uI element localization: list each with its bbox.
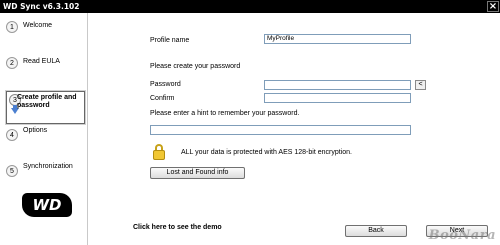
demo-link[interactable]: Click here to see the demo	[133, 224, 222, 231]
step-number: 1	[6, 21, 18, 33]
step-label: Read EULA	[23, 58, 60, 65]
window-title: WD Sync v6.3.102	[3, 2, 80, 11]
step-options: 4 Options	[6, 126, 86, 146]
step-label: Welcome	[23, 22, 53, 29]
password-hint-prompt: Please enter a hint to remember your pas…	[150, 110, 300, 117]
title-bar: WD Sync v6.3.102 ×	[0, 0, 500, 13]
step-number: 5	[6, 165, 18, 177]
lost-and-found-info-button[interactable]: Lost and Found info	[150, 167, 245, 179]
step-number: 2	[6, 57, 18, 69]
profile-name-label: Profile name	[150, 37, 190, 44]
step-read-eula: 2 Read EULA	[6, 54, 86, 74]
step-number: 4	[6, 129, 18, 141]
back-button[interactable]: Back	[345, 225, 407, 237]
step-label: Synchronization	[23, 163, 73, 170]
create-password-prompt: Please create your password	[150, 63, 241, 70]
show-password-button[interactable]: <	[415, 80, 426, 90]
step-welcome: 1 Welcome	[6, 18, 86, 38]
step-create-profile-active: 3 Create profile and password	[6, 91, 85, 124]
profile-form: Profile name MyProfile Please create you…	[89, 13, 500, 245]
encryption-note: ALL your data is protected with AES 128-…	[181, 149, 352, 156]
password-hint-input[interactable]	[150, 125, 411, 135]
step-label: Create profile and password	[17, 94, 77, 109]
confirm-label: Confirm	[150, 95, 175, 102]
password-input[interactable]	[264, 80, 411, 90]
boonara-watermark: BooNara	[428, 228, 496, 243]
close-button[interactable]: ×	[487, 1, 499, 12]
password-label: Password	[150, 81, 181, 88]
wd-logo: WD	[22, 193, 72, 217]
step-label: Options	[23, 127, 48, 134]
confirm-password-input[interactable]	[264, 93, 411, 103]
step-synchronization: 5 Synchronization	[6, 162, 86, 182]
lock-icon	[153, 144, 165, 160]
profile-name-input[interactable]: MyProfile	[264, 34, 411, 44]
